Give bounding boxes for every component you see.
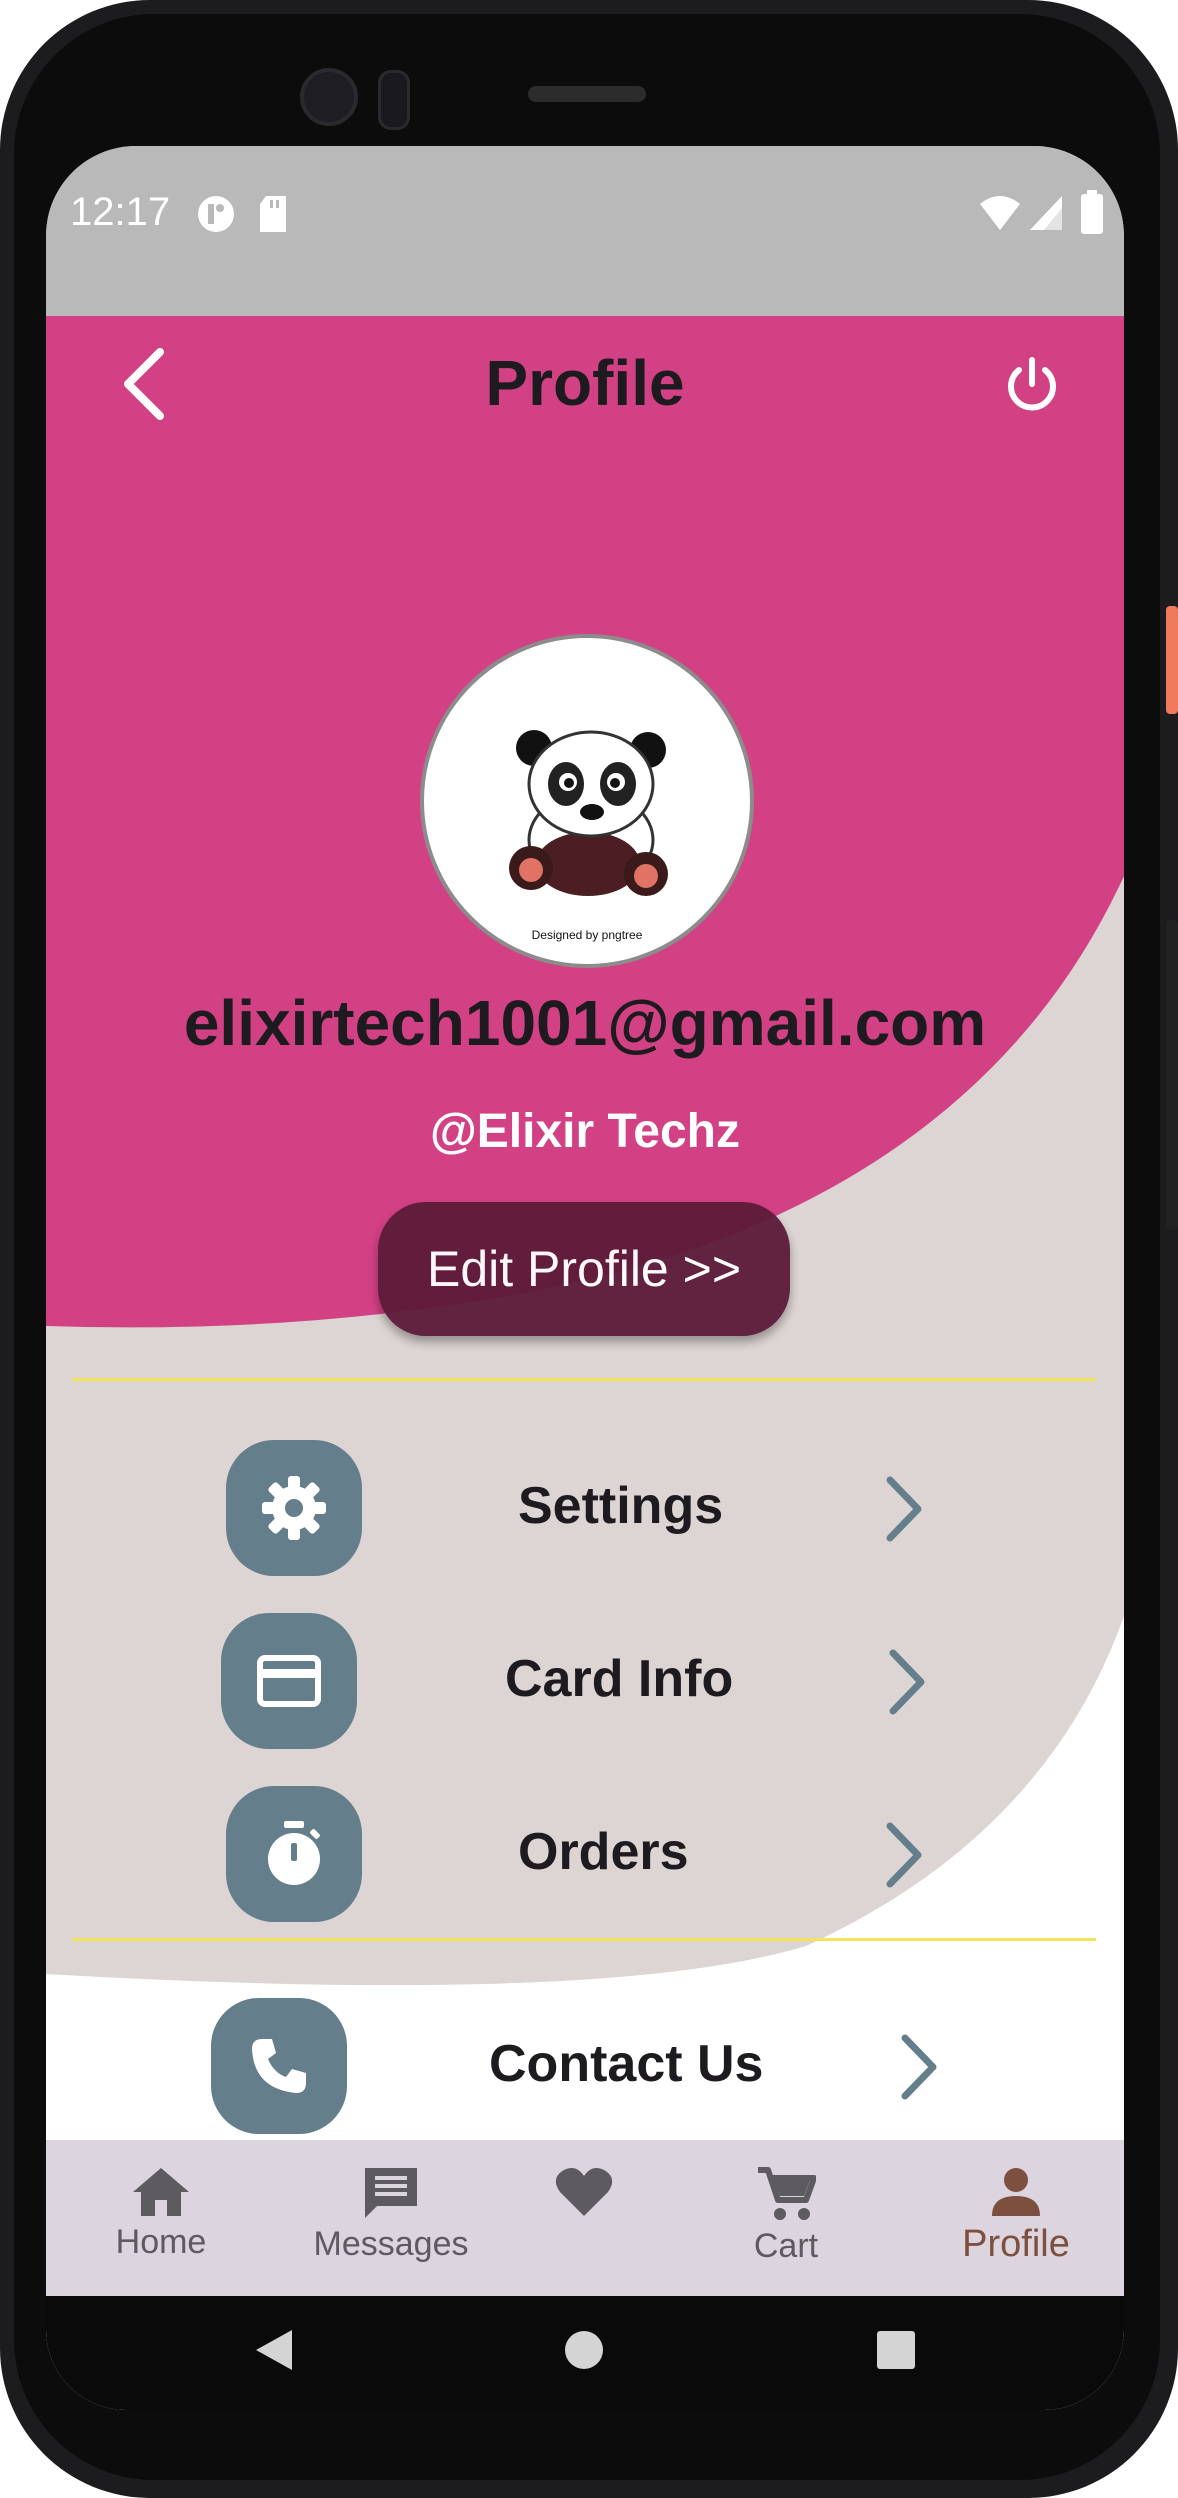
- home-circle-icon[interactable]: [564, 2330, 604, 2370]
- chevron-right-icon: [901, 2034, 937, 2100]
- recents-square-icon[interactable]: [876, 2330, 916, 2370]
- bottom-navigation: Home Messages Cart Profile: [46, 2140, 1124, 2296]
- stopwatch-icon: [226, 1786, 362, 1922]
- heart-icon: [555, 2168, 613, 2216]
- menu-label-orders: Orders: [518, 1823, 689, 1881]
- page-title: Profile: [485, 347, 685, 419]
- phone-icon: [211, 1998, 347, 2134]
- app-body: Profile Designed by pngtree elixirtech10…: [46, 316, 1124, 2296]
- power-side-button: [1166, 606, 1178, 714]
- gear-icon: [226, 1440, 362, 1576]
- nav-label-home: Home: [115, 2223, 207, 2261]
- profile-email: elixirtech1001@gmail.com: [183, 987, 987, 1059]
- home-icon: [133, 2168, 189, 2216]
- proximity-sensor: [378, 70, 410, 130]
- status-time: 12:17: [70, 190, 171, 234]
- panda-image: [509, 730, 668, 896]
- nav-item-home[interactable]: Home: [86, 2166, 236, 2262]
- nav-item-messages[interactable]: Messages: [276, 2166, 506, 2264]
- volume-side-button: [1166, 920, 1178, 1230]
- menu-label-settings: Settings: [518, 1477, 724, 1535]
- menu-item-settings[interactable]: Settings: [226, 1440, 996, 1580]
- avatar: Designed by pngtree: [420, 634, 754, 968]
- message-icon: [365, 2168, 417, 2218]
- menu-label-contact-us: Contact Us: [489, 2035, 764, 2093]
- credit-card-icon: [221, 1613, 357, 1749]
- menu-item-orders[interactable]: Orders: [226, 1786, 996, 1926]
- earpiece-speaker: [528, 86, 646, 102]
- phone-screen: 12:17 Profile Designed by pngtree elixir…: [46, 146, 1124, 2410]
- menu-item-contact-us[interactable]: Contact Us: [211, 1998, 1011, 2138]
- system-navigation-bar: [46, 2296, 1124, 2410]
- chevron-right-icon: [886, 1476, 922, 1542]
- nav-item-cart[interactable]: Cart: [726, 2166, 846, 2266]
- divider-top: [72, 1378, 1096, 1381]
- nav-label-profile: Profile: [962, 2223, 1070, 2265]
- profile-handle: @Elixir Techz: [429, 1105, 740, 1158]
- signal-icon: [1030, 196, 1062, 230]
- menu-item-card-info[interactable]: Card Info: [221, 1613, 996, 1753]
- wifi-icon: [980, 196, 1020, 230]
- nav-label-messages: Messages: [313, 2225, 469, 2263]
- nav-label-cart: Cart: [753, 2227, 819, 2265]
- nav-item-favorites[interactable]: [524, 2166, 644, 2223]
- cart-icon: [758, 2167, 817, 2220]
- status-bar: 12:17: [46, 146, 1124, 316]
- battery-icon: [1081, 190, 1103, 234]
- menu-label-card-info: Card Info: [505, 1650, 734, 1708]
- front-camera: [300, 68, 358, 126]
- person-icon: [992, 2168, 1040, 2216]
- nav-item-profile[interactable]: Profile: [946, 2166, 1086, 2266]
- edit-profile-button[interactable]: Edit Profile >>: [378, 1202, 790, 1336]
- back-triangle-icon[interactable]: [252, 2326, 296, 2374]
- chevron-right-icon: [886, 1822, 922, 1888]
- sd-card-icon: [260, 196, 286, 232]
- power-icon[interactable]: [1004, 354, 1060, 412]
- divider-bottom: [72, 1938, 1096, 1941]
- chevron-right-icon: [889, 1649, 925, 1715]
- notification-icon: [198, 196, 234, 232]
- avatar-caption: Designed by pngtree: [531, 928, 643, 942]
- edit-profile-label: Edit Profile >>: [426, 1241, 742, 1297]
